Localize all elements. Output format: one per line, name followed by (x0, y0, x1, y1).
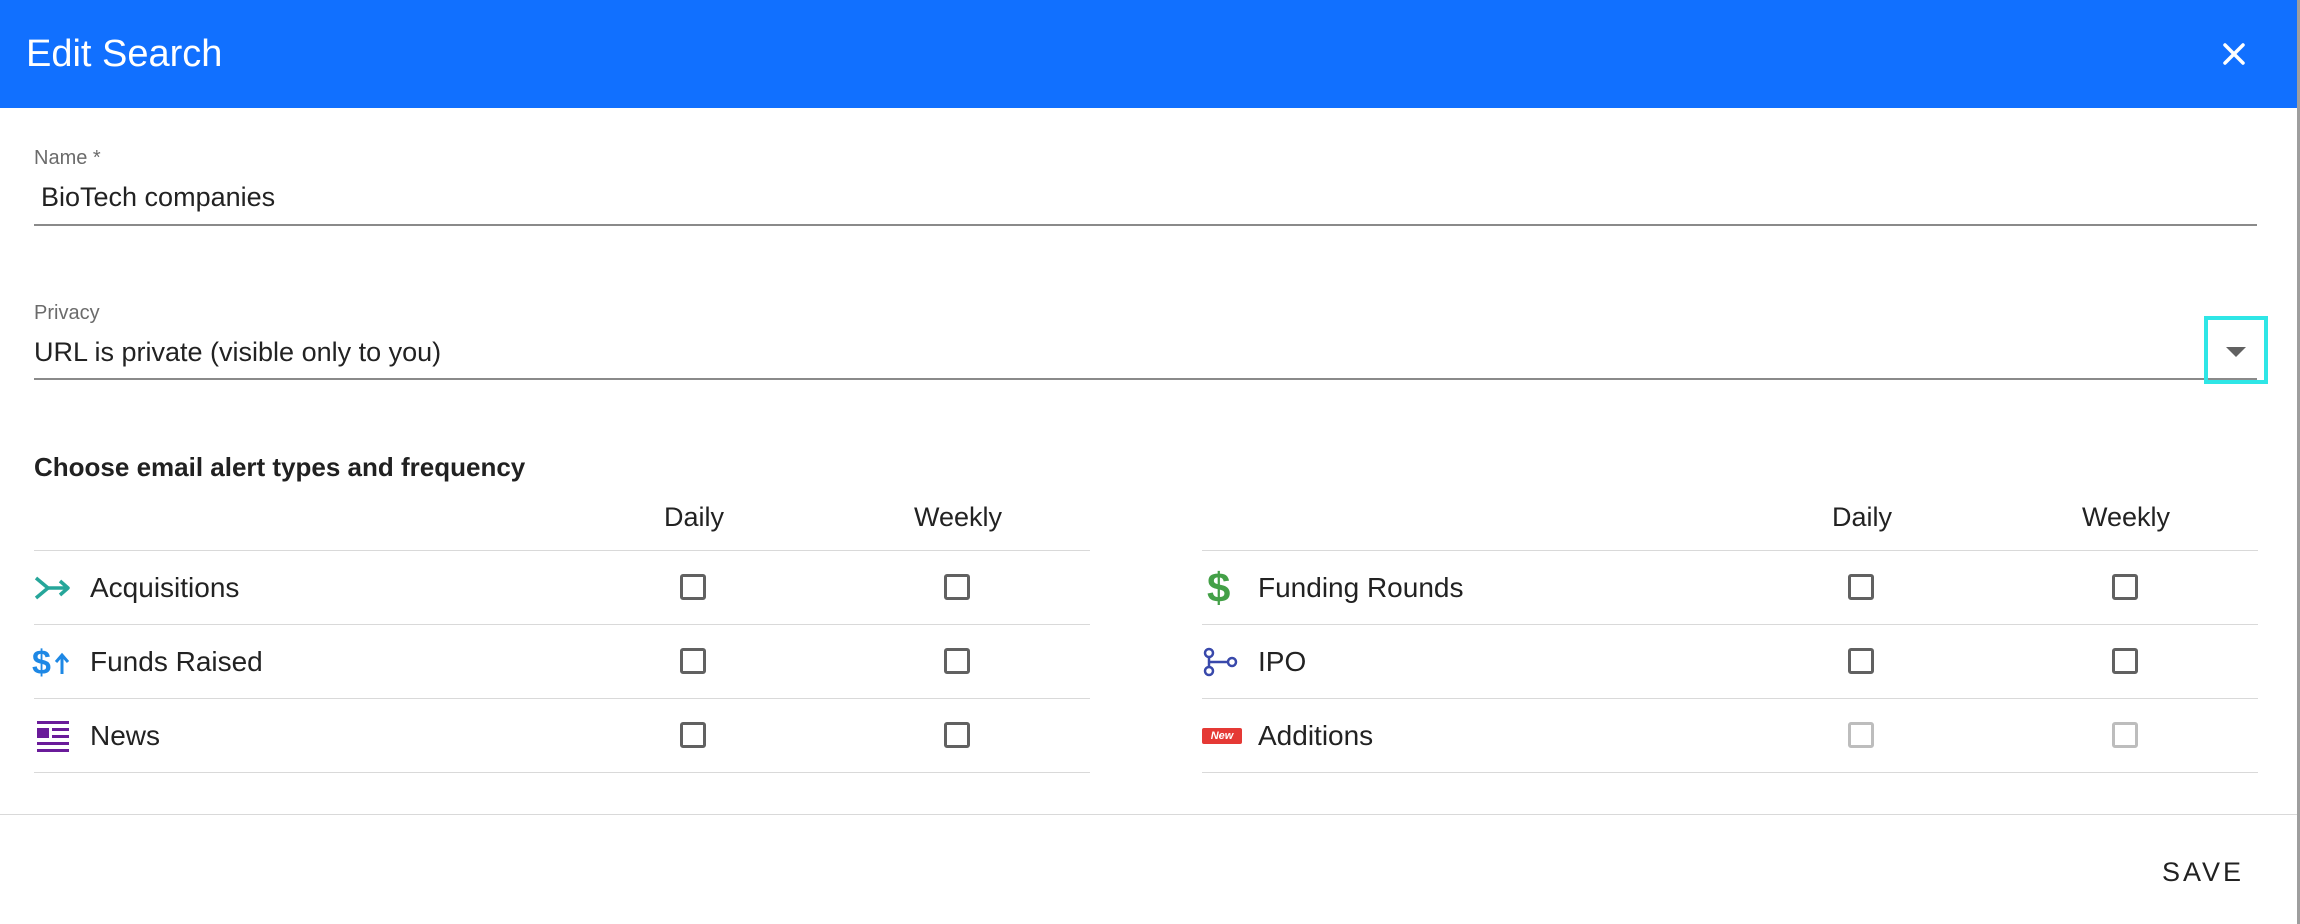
right-col-weekly-header: Weekly (2081, 502, 2171, 532)
left-col-daily-header: Daily (663, 502, 725, 532)
row-label-funds-raised: Funds Raised (90, 646, 263, 677)
close-icon (2223, 43, 2245, 65)
row-label-news: News (90, 720, 161, 751)
row-label-ipo: IPO (1258, 646, 1307, 677)
caret-down-icon (2226, 347, 2246, 357)
right-col-daily-header: Daily (1831, 502, 1893, 532)
ipo-icon (1203, 647, 1238, 677)
alerts-section-title: Choose email alert types and frequency (34, 452, 526, 482)
left-row-divider (34, 624, 1090, 625)
dialog-header: Edit Search (0, 0, 2297, 108)
row-label-funding-rounds: Funding Rounds (1258, 572, 1464, 603)
left-row-divider (34, 698, 1090, 699)
save-button[interactable]: SAVE (2148, 848, 2258, 896)
close-button[interactable] (2210, 30, 2258, 78)
left-row-divider (34, 772, 1090, 773)
funds-raised-weekly-checkbox[interactable] (944, 648, 970, 674)
name-field-label: Name * (34, 147, 101, 169)
privacy-select[interactable]: URL is private (visible only to you) (34, 330, 2257, 378)
row-label-acquisitions: Acquisitions (90, 572, 240, 603)
acquisitions-icon (34, 576, 70, 600)
name-input-value: BioTech companies (41, 182, 276, 212)
edit-search-dialog: Edit Search Name * BioTech companies Pri… (0, 0, 2300, 924)
right-row-divider (1202, 698, 2258, 699)
funding-rounds-weekly-checkbox[interactable] (2112, 574, 2138, 600)
news-weekly-checkbox[interactable] (944, 722, 970, 748)
dialog-title: Edit Search (26, 33, 223, 75)
left-table-header-divider (34, 550, 1090, 551)
news-daily-checkbox[interactable] (680, 722, 706, 748)
additions-daily-checkbox (1848, 722, 1874, 748)
acquisitions-weekly-checkbox[interactable] (944, 574, 970, 600)
funds-raised-daily-checkbox[interactable] (680, 648, 706, 674)
funds-raised-icon: $ (32, 644, 70, 682)
funding-rounds-daily-checkbox[interactable] (1848, 574, 1874, 600)
footer-divider (0, 814, 2297, 815)
right-row-divider (1202, 624, 2258, 625)
svg-text:$: $ (32, 644, 51, 682)
privacy-dropdown-button[interactable] (2204, 316, 2268, 384)
row-label-additions: Additions (1258, 720, 1374, 751)
name-input-underline (34, 224, 2257, 226)
name-input[interactable]: BioTech companies (34, 176, 2257, 224)
left-col-weekly-header: Weekly (913, 502, 1003, 532)
dollar-icon: $ (1207, 566, 1230, 606)
privacy-select-value: URL is private (visible only to you) (34, 337, 442, 367)
ipo-weekly-checkbox[interactable] (2112, 648, 2138, 674)
privacy-field-label: Privacy (34, 302, 100, 324)
svg-text:$: $ (1207, 566, 1230, 606)
additions-weekly-checkbox (2112, 722, 2138, 748)
new-badge-icon: New (1202, 728, 1242, 744)
privacy-select-underline (34, 378, 2257, 380)
news-icon (37, 721, 69, 752)
right-table-header-divider (1202, 550, 2258, 551)
right-row-divider (1202, 772, 2258, 773)
acquisitions-daily-checkbox[interactable] (680, 574, 706, 600)
ipo-daily-checkbox[interactable] (1848, 648, 1874, 674)
